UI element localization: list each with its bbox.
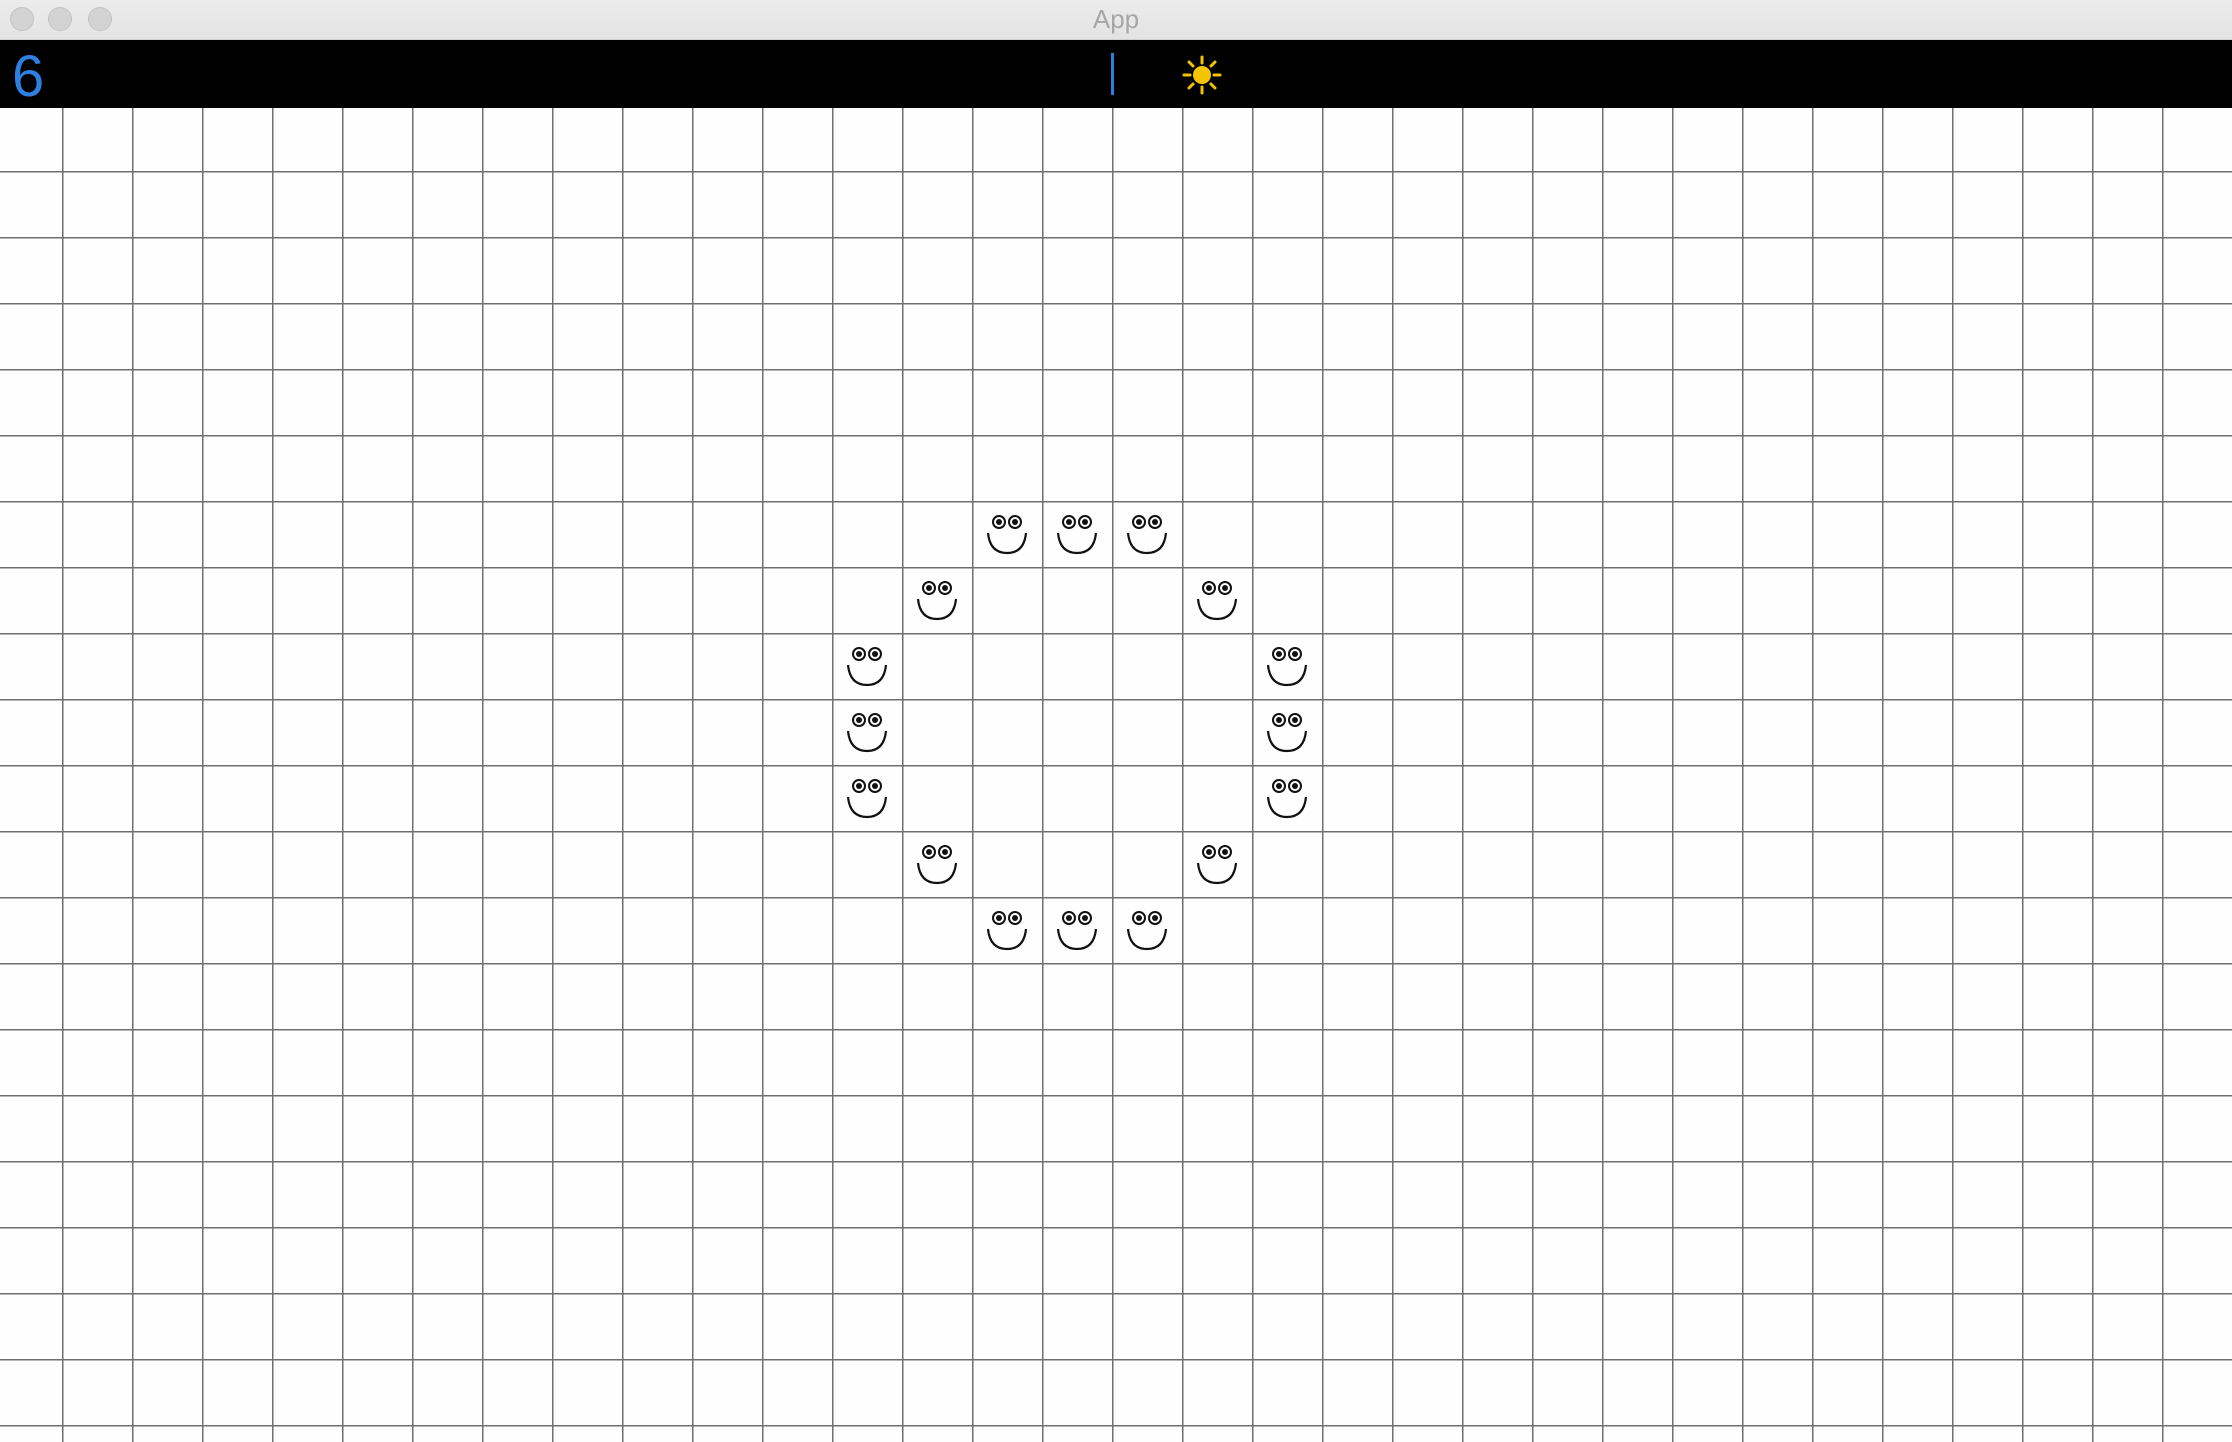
smiley-face-icon[interactable]: [842, 641, 892, 691]
smiley-face-icon[interactable]: [982, 509, 1032, 559]
smiley-face-icon[interactable]: [982, 905, 1032, 955]
text-cursor: [1111, 53, 1114, 95]
smiley-face-icon[interactable]: [1052, 509, 1102, 559]
smiley-face-icon[interactable]: [1192, 839, 1242, 889]
game-board[interactable]: [0, 108, 2232, 1442]
smiley-face-icon[interactable]: [1192, 575, 1242, 625]
smiley-face-icon[interactable]: [842, 707, 892, 757]
smiley-face-icon[interactable]: [1122, 509, 1172, 559]
smiley-face-icon[interactable]: [1262, 641, 1312, 691]
smiley-face-icon[interactable]: [842, 773, 892, 823]
window-title: App: [1092, 4, 1140, 34]
sun-icon[interactable]: [1182, 55, 1222, 95]
smiley-face-icon[interactable]: [1262, 773, 1312, 823]
status-bar: 6: [0, 40, 2232, 109]
generation-counter: 6: [12, 44, 45, 109]
smiley-face-icon[interactable]: [912, 575, 962, 625]
smiley-face-icon[interactable]: [1262, 707, 1312, 757]
title-bar: App: [0, 0, 2232, 40]
smiley-face-icon[interactable]: [912, 839, 962, 889]
smiley-face-icon[interactable]: [1122, 905, 1172, 955]
smiley-face-icon[interactable]: [1052, 905, 1102, 955]
app-window: App 6: [0, 0, 2232, 1442]
